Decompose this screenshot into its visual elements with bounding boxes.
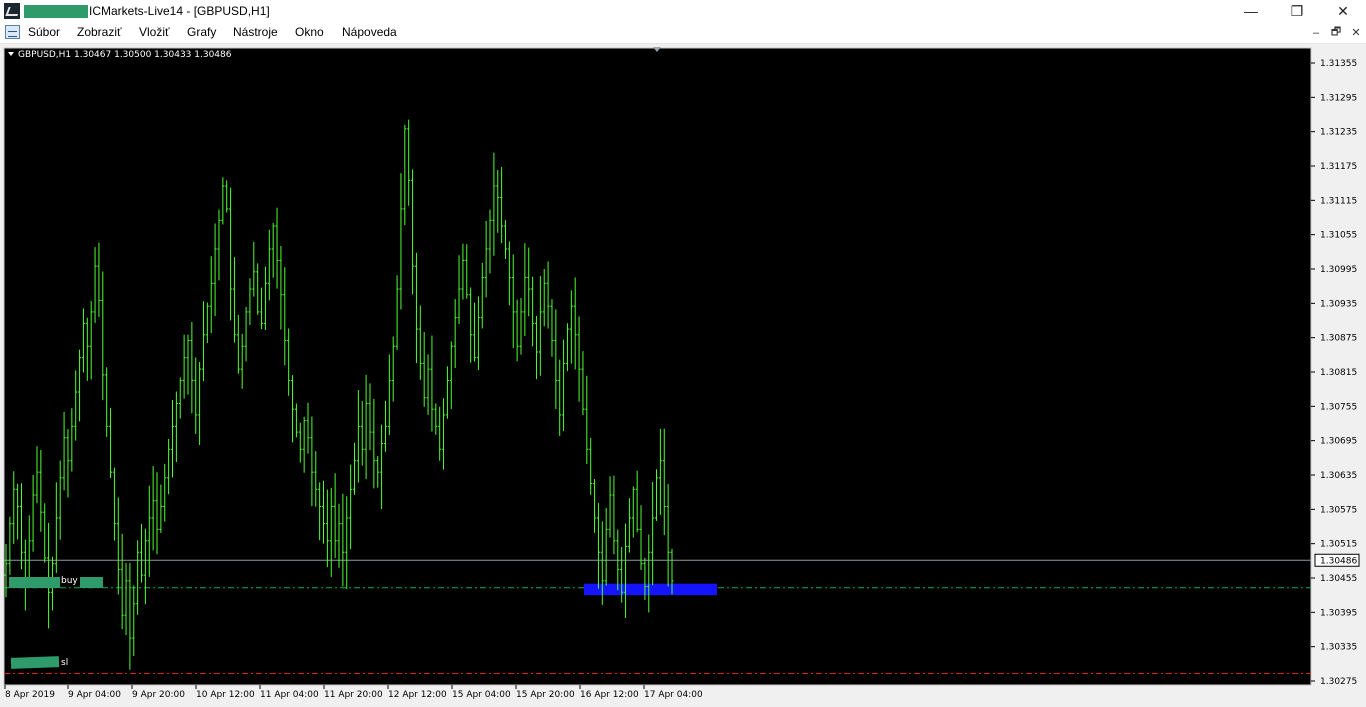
restore-button[interactable]: ❐	[1274, 0, 1320, 22]
price-tick-label: 1.30455	[1320, 574, 1357, 584]
dropdown-arrow-icon[interactable]	[8, 52, 14, 56]
menu-tools[interactable]: Nástroje	[233, 25, 278, 39]
close-button[interactable]: ✕	[1320, 0, 1366, 22]
price-tick-label: 1.30515	[1320, 540, 1357, 550]
menu-charts[interactable]: Grafy	[187, 25, 216, 39]
price-tick-label: 1.31175	[1320, 162, 1357, 172]
price-tick-label: 1.30335	[1320, 643, 1357, 653]
time-tick-label: 10 Apr 12:00	[196, 690, 255, 700]
time-tick-label: 12 Apr 12:00	[388, 690, 447, 700]
price-tick-label: 1.30275	[1320, 677, 1357, 687]
redacted-buy-info-2	[80, 577, 103, 588]
time-tick-label: 8 Apr 2019	[5, 690, 55, 700]
time-tick-label: 11 Apr 04:00	[260, 690, 319, 700]
sl-line-label: sl	[61, 658, 69, 668]
chart-window-icon[interactable]	[5, 25, 20, 39]
time-tick-label: 9 Apr 20:00	[132, 690, 185, 700]
price-tick-label: 1.30755	[1320, 402, 1357, 412]
menu-insert[interactable]: Vložiť	[139, 25, 170, 39]
time-tick-label: 15 Apr 20:00	[516, 690, 575, 700]
price-tick-label: 1.30575	[1320, 505, 1357, 515]
time-tick-label: 11 Apr 20:00	[324, 690, 383, 700]
price-tick-label: 1.31235	[1320, 128, 1357, 138]
time-tick-label: 9 Apr 04:00	[68, 690, 121, 700]
menu-view[interactable]: Zobraziť	[77, 25, 122, 39]
price-tick-label: 1.31295	[1320, 93, 1357, 103]
redacted-sl-info	[10, 656, 60, 669]
price-tick-label: 1.31055	[1320, 231, 1357, 241]
menu-help[interactable]: Nápoveda	[342, 25, 397, 39]
menu-file[interactable]: Súbor	[28, 25, 60, 39]
menu-window[interactable]: Okno	[295, 25, 324, 39]
price-tick-label: 1.30815	[1320, 368, 1357, 378]
buy-line-label: buy	[61, 576, 78, 586]
time-tick-label: 15 Apr 04:00	[452, 690, 511, 700]
price-tick-label: 1.31355	[1320, 59, 1357, 69]
menu-bar: Súbor Zobraziť Vložiť Grafy Nástroje Okn…	[0, 22, 1366, 44]
chart-close-button[interactable]: ✕	[1348, 25, 1364, 40]
minimize-button[interactable]: —	[1228, 0, 1274, 22]
chart-restore-button[interactable]: 🗗	[1328, 25, 1344, 40]
price-tick-label: 1.30395	[1320, 608, 1357, 618]
symbol-info-text: GBPUSD,H1 1.30467 1.30500 1.30433 1.3048…	[18, 50, 232, 60]
price-chart[interactable]: 1.31355 1.31295 1.31235 1.31175 1.31115 1.310…	[0, 44, 1366, 707]
title-bar: ICMarkets-Live14 - [GBPUSD,H1] — ❐ ✕	[0, 0, 1366, 22]
chart-window[interactable]: 1.31355 1.31295 1.31235 1.31175 1.31115 1.310…	[0, 44, 1366, 707]
redacted-account-number	[24, 5, 88, 18]
symbol-info: GBPUSD,H1 1.30467 1.30500 1.30433 1.3048…	[8, 50, 231, 60]
redacted-buy-info	[9, 577, 60, 588]
current-price-label: 1.30486	[1320, 556, 1357, 566]
time-tick-label: 16 Apr 12:00	[580, 690, 639, 700]
metatrader-app-icon[interactable]	[4, 3, 20, 19]
time-tick-label: 17 Apr 04:00	[644, 690, 703, 700]
price-tick-label: 1.30995	[1320, 265, 1357, 275]
price-tick-label: 1.30935	[1320, 299, 1357, 309]
support-zone-rectangle	[584, 583, 717, 596]
price-tick-label: 1.31115	[1320, 196, 1357, 206]
price-tick-label: 1.30875	[1320, 334, 1357, 344]
window-title: ICMarkets-Live14 - [GBPUSD,H1]	[89, 4, 270, 18]
chart-minimize-button[interactable]: –	[1308, 25, 1324, 40]
price-tick-label: 1.30635	[1320, 471, 1357, 481]
price-tick-label: 1.30695	[1320, 437, 1357, 447]
